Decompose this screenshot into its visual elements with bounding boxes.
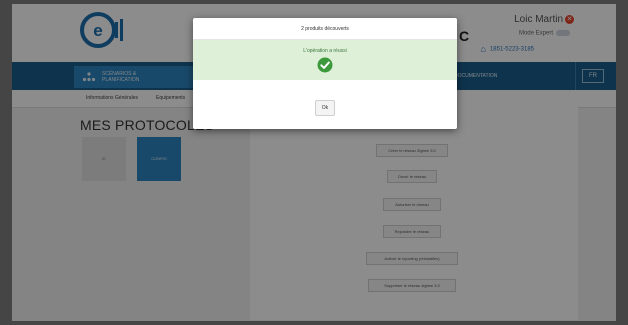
- check-circle-icon: [317, 57, 333, 73]
- success-alert: L'opération a réussi: [193, 40, 457, 80]
- result-dialog: 2 produits découverts L'opération a réus…: [193, 18, 457, 129]
- ok-button[interactable]: Ok: [315, 100, 335, 116]
- screen: e C Loic Martin ✕ Mode Expert ⌂ 1851-5223-…: [0, 0, 628, 325]
- dialog-title: 2 produits découverts: [193, 18, 457, 40]
- success-message: L'opération a réussi: [303, 48, 347, 54]
